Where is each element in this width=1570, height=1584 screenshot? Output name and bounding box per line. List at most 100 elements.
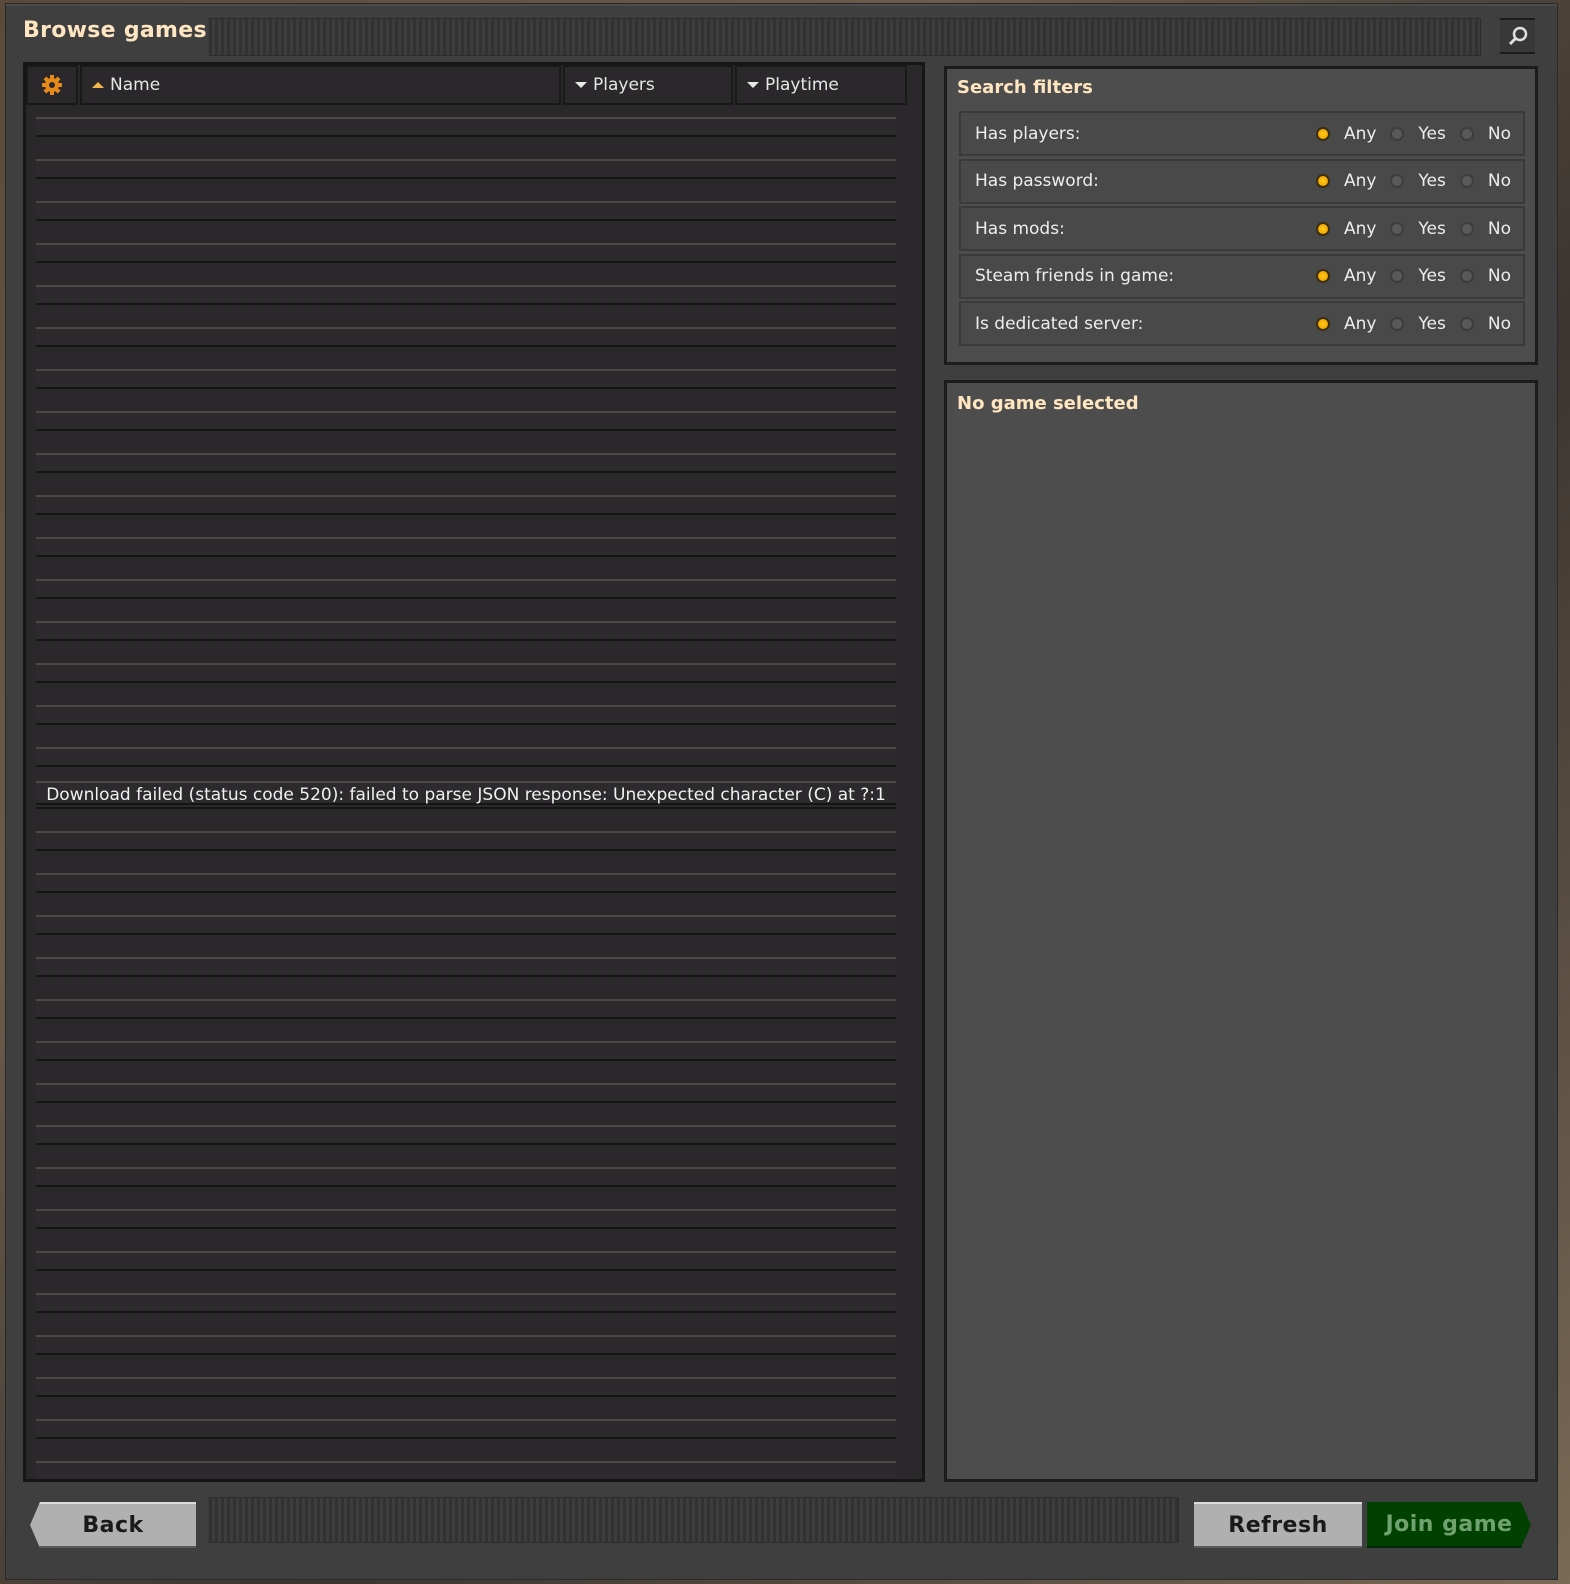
- radio-yes[interactable]: [1390, 316, 1405, 331]
- list-row[interactable]: [36, 579, 896, 599]
- filter-row: Has players: Any Yes No: [959, 111, 1525, 156]
- filter-label: Has players:: [975, 123, 1081, 144]
- list-scrollbar[interactable]: [906, 105, 920, 1475]
- search-button[interactable]: [1500, 18, 1535, 54]
- radio-label-yes[interactable]: Yes: [1418, 171, 1445, 191]
- list-row[interactable]: [36, 495, 896, 515]
- column-label: Players: [593, 75, 655, 95]
- list-row[interactable]: [36, 1251, 896, 1271]
- radio-any[interactable]: [1315, 269, 1330, 283]
- game-list-panel: Name Players Playtime Download failed (s…: [23, 62, 925, 1482]
- list-row[interactable]: [36, 831, 896, 851]
- column-header-name[interactable]: Name: [80, 65, 561, 105]
- filter-radio-group: Any Yes No: [1315, 124, 1511, 144]
- column-header-playtime[interactable]: Playtime: [735, 65, 907, 105]
- browse-games-window: Browse games Name Players Playtime Downl…: [6, 4, 1557, 1579]
- list-row[interactable]: [36, 747, 896, 767]
- radio-label-any[interactable]: Any: [1344, 171, 1376, 191]
- list-row[interactable]: [36, 957, 896, 977]
- filter-radio-group: Any Yes No: [1315, 171, 1511, 191]
- list-row[interactable]: [36, 327, 896, 347]
- radio-label-no[interactable]: No: [1488, 314, 1511, 334]
- radio-yes[interactable]: [1390, 221, 1405, 236]
- window-title: Browse games: [23, 18, 207, 43]
- list-row[interactable]: [36, 1209, 896, 1229]
- list-row[interactable]: [36, 873, 896, 893]
- filter-label: Has mods:: [975, 218, 1065, 239]
- list-row[interactable]: [36, 243, 896, 263]
- magnifier-icon: [1508, 26, 1527, 46]
- list-row[interactable]: [36, 369, 896, 389]
- radio-no[interactable]: [1459, 316, 1474, 331]
- refresh-button[interactable]: Refresh: [1194, 1502, 1362, 1548]
- list-row[interactable]: [36, 915, 896, 935]
- bottom-drag-bar[interactable]: [209, 1497, 1179, 1543]
- list-row[interactable]: [36, 705, 896, 725]
- list-row[interactable]: [36, 663, 896, 683]
- list-row[interactable]: [36, 537, 896, 557]
- radio-any[interactable]: [1315, 126, 1330, 141]
- sort-ascending-icon: [92, 82, 104, 88]
- radio-label-no[interactable]: No: [1488, 219, 1511, 239]
- list-row[interactable]: [36, 1125, 896, 1145]
- radio-label-yes[interactable]: Yes: [1418, 219, 1445, 239]
- list-row[interactable]: [36, 1293, 896, 1313]
- radio-any[interactable]: [1315, 221, 1330, 236]
- radio-label-any[interactable]: Any: [1344, 124, 1376, 144]
- list-row[interactable]: [36, 411, 896, 431]
- game-list-rows: [36, 117, 896, 1503]
- radio-label-any[interactable]: Any: [1344, 314, 1376, 334]
- search-filters-panel: Search filters Has players: Any Yes No Has p…: [944, 66, 1538, 365]
- error-message: Download failed (status code 520): faile…: [36, 781, 896, 805]
- list-row[interactable]: [36, 453, 896, 473]
- list-row[interactable]: [36, 201, 896, 221]
- list-row[interactable]: [36, 999, 896, 1019]
- radio-any[interactable]: [1315, 316, 1330, 331]
- filter-radio-group: Any Yes No: [1315, 219, 1511, 239]
- radio-no[interactable]: [1459, 126, 1474, 141]
- list-row[interactable]: [36, 1419, 896, 1439]
- list-row[interactable]: [36, 1167, 896, 1187]
- radio-yes[interactable]: [1390, 269, 1405, 283]
- radio-no[interactable]: [1459, 269, 1474, 283]
- join-game-button[interactable]: Join game: [1367, 1502, 1531, 1548]
- filter-label: Steam friends in game:: [975, 266, 1175, 286]
- radio-label-yes[interactable]: Yes: [1418, 266, 1445, 286]
- sort-descending-icon: [575, 82, 587, 88]
- radio-label-no[interactable]: No: [1488, 171, 1511, 191]
- radio-no[interactable]: [1459, 174, 1474, 188]
- list-settings-button[interactable]: [26, 65, 78, 105]
- list-row[interactable]: [36, 1083, 896, 1103]
- filters-title: Search filters: [957, 77, 1093, 98]
- column-header-players[interactable]: Players: [563, 65, 733, 105]
- column-label: Name: [110, 75, 161, 95]
- column-label: Playtime: [765, 75, 839, 95]
- radio-yes[interactable]: [1390, 126, 1405, 141]
- list-row[interactable]: [36, 621, 896, 641]
- radio-no[interactable]: [1459, 221, 1474, 236]
- radio-label-any[interactable]: Any: [1344, 219, 1376, 239]
- list-row[interactable]: [36, 159, 896, 179]
- back-button[interactable]: Back: [30, 1502, 196, 1548]
- filter-row: Has password: Any Yes No: [959, 158, 1525, 204]
- list-row[interactable]: [36, 1335, 896, 1355]
- list-row[interactable]: [36, 285, 896, 305]
- filter-row: Steam friends in game: Any Yes No: [959, 253, 1525, 299]
- filter-radio-group: Any Yes No: [1315, 314, 1511, 334]
- filter-row: Is dedicated server: Any Yes No: [959, 301, 1525, 346]
- list-row[interactable]: [36, 1377, 896, 1397]
- radio-label-any[interactable]: Any: [1344, 266, 1376, 286]
- radio-yes[interactable]: [1390, 174, 1405, 188]
- gear-icon: [42, 75, 62, 95]
- list-row[interactable]: [36, 1041, 896, 1061]
- list-row[interactable]: [36, 1461, 896, 1481]
- title-drag-bar[interactable]: [209, 18, 1481, 56]
- radio-any[interactable]: [1315, 174, 1330, 188]
- filter-label: Is dedicated server:: [975, 313, 1144, 334]
- radio-label-no[interactable]: No: [1488, 124, 1511, 144]
- sort-descending-icon: [747, 82, 759, 88]
- radio-label-yes[interactable]: Yes: [1418, 314, 1445, 334]
- radio-label-no[interactable]: No: [1488, 266, 1511, 286]
- radio-label-yes[interactable]: Yes: [1418, 124, 1445, 144]
- list-row[interactable]: [36, 117, 896, 137]
